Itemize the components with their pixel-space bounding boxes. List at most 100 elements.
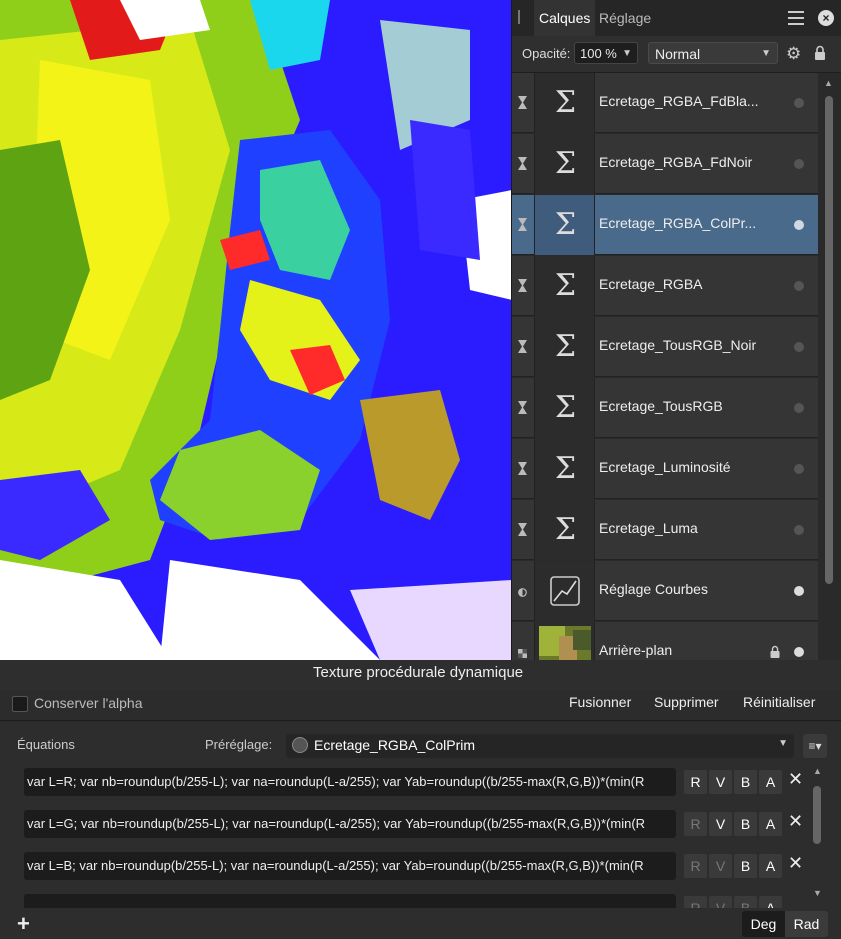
equations-label: Équations [17, 737, 75, 752]
layers-panel: Calques Réglage × Opacité: 100 % ▼ Norma… [511, 0, 841, 693]
close-icon[interactable]: × [818, 10, 834, 26]
add-equation-button[interactable]: + [17, 911, 30, 937]
opacity-field[interactable]: 100 % ▼ [574, 42, 638, 64]
visibility-dot[interactable] [794, 647, 804, 657]
close-icon[interactable]: ✕ [788, 853, 802, 874]
layer-thumbnail: Σ [534, 500, 595, 560]
channel-a-toggle[interactable]: A [759, 854, 782, 878]
layer-thumbnail: Σ [534, 439, 595, 499]
channel-v-toggle[interactable]: V [709, 770, 732, 794]
equation-field[interactable]: var L=B; var nb=roundup(b/255-L); var na… [24, 852, 676, 880]
layer-type-strip [512, 256, 532, 316]
chevron-down-icon: ▼ [622, 48, 632, 59]
preserve-alpha-label: Conserver l'alpha [34, 695, 143, 711]
scroll-down-icon[interactable]: ▼ [813, 888, 822, 898]
blend-mode-select[interactable]: Normal ▼ [648, 42, 778, 64]
preset-select[interactable]: Ecretage_RGBA_ColPrim ▼ [286, 734, 794, 758]
delete-button[interactable]: Supprimer [654, 694, 719, 710]
layer-row[interactable]: Σ Ecretage_Luminosité [512, 439, 818, 499]
equation-field[interactable] [24, 894, 676, 908]
visibility-dot[interactable] [794, 342, 804, 352]
scroll-thumb[interactable] [813, 786, 821, 844]
sigma-icon: Σ [554, 85, 577, 120]
equation-row: var L=G; var nb=roundup(b/255-L); var na… [20, 806, 802, 842]
equation-rows: var L=R; var nb=roundup(b/255-L); var na… [20, 764, 802, 908]
layer-name: Ecretage_RGBA_FdNoir [599, 154, 753, 170]
channel-b-toggle[interactable]: B [734, 812, 757, 836]
visibility-dot[interactable] [794, 159, 804, 169]
panel-menu-icon[interactable] [788, 11, 804, 25]
channel-r-toggle[interactable]: R [684, 812, 707, 836]
channel-a-toggle[interactable]: A [759, 812, 782, 836]
sigma-icon: Σ [554, 512, 577, 547]
panel-grip[interactable] [518, 10, 520, 24]
visibility-dot[interactable] [794, 98, 804, 108]
visibility-dot[interactable] [794, 281, 804, 291]
visibility-dot[interactable] [794, 220, 804, 230]
channel-r-toggle[interactable]: R [684, 854, 707, 878]
layer-row[interactable]: Σ Ecretage_TousRGB_Noir [512, 317, 818, 377]
channel-b-toggle[interactable]: B [734, 770, 757, 794]
opacity-label: Opacité: [522, 46, 571, 61]
equation-row: var L=R; var nb=roundup(b/255-L); var na… [20, 764, 802, 800]
layer-row[interactable]: Σ Ecretage_TousRGB [512, 378, 818, 438]
layer-row[interactable]: Réglage Courbes [512, 561, 818, 621]
channel-v-toggle[interactable]: V [709, 896, 732, 908]
channel-r-toggle[interactable]: R [684, 770, 707, 794]
channel-v-toggle[interactable]: V [709, 854, 732, 878]
gear-icon[interactable]: ⚙ [786, 44, 801, 64]
layer-row[interactable]: Arrière-plan [512, 622, 818, 663]
preset-menu-icon[interactable]: ≡▾ [803, 734, 827, 758]
layer-row-selected[interactable]: Σ Ecretage_RGBA_ColPr... [512, 195, 818, 255]
layer-name: Ecretage_RGBA_FdBla... [599, 93, 759, 109]
layer-thumbnail: Σ [534, 378, 595, 438]
channel-a-toggle[interactable]: A [759, 896, 782, 908]
layer-row[interactable]: Σ Ecretage_RGBA_FdNoir [512, 134, 818, 194]
visibility-dot[interactable] [794, 525, 804, 535]
rad-toggle[interactable]: Rad [785, 911, 828, 937]
equation-field[interactable]: var L=G; var nb=roundup(b/255-L); var na… [24, 810, 676, 838]
canvas-image [0, 0, 512, 660]
merge-button[interactable]: Fusionner [569, 694, 631, 710]
sigma-icon: Σ [554, 146, 577, 181]
layer-thumbnail [534, 561, 595, 621]
scroll-up-icon[interactable]: ▲ [813, 766, 822, 776]
channel-a-toggle[interactable]: A [759, 770, 782, 794]
sigma-icon: Σ [554, 390, 577, 425]
layer-row[interactable]: Σ Ecretage_RGBA_FdBla... [512, 73, 818, 133]
layer-row[interactable]: Σ Ecretage_RGBA [512, 256, 818, 316]
layer-thumbnail: Σ [534, 256, 595, 316]
layer-type-strip [512, 195, 532, 255]
reset-button[interactable]: Réinitialiser [743, 694, 815, 710]
deg-toggle[interactable]: Deg [742, 911, 785, 937]
hourglass-icon [518, 96, 527, 109]
tab-layers[interactable]: Calques [534, 0, 596, 36]
lock-icon[interactable] [814, 45, 826, 61]
layer-thumbnail: Σ [534, 317, 595, 377]
document-canvas[interactable] [0, 0, 512, 660]
context-title-bar: Texture procédurale dynamique [0, 660, 841, 690]
preset-value: Ecretage_RGBA_ColPrim [314, 737, 476, 753]
preserve-alpha-checkbox[interactable] [12, 696, 28, 712]
curves-icon [550, 576, 580, 606]
tab-adjustment[interactable]: Réglage [594, 0, 656, 36]
scroll-up-icon[interactable]: ▲ [824, 78, 833, 88]
layer-row[interactable]: Σ Ecretage_Luma [512, 500, 818, 560]
channel-v-toggle[interactable]: V [709, 812, 732, 836]
equations-scrollbar[interactable]: ▲ ▼ [810, 764, 824, 904]
close-icon[interactable]: ✕ [788, 769, 802, 790]
close-icon[interactable]: ✕ [788, 811, 802, 832]
preset-label: Préréglage: [205, 737, 273, 752]
equation-field[interactable]: var L=R; var nb=roundup(b/255-L); var na… [24, 768, 676, 796]
visibility-dot[interactable] [794, 403, 804, 413]
channel-b-toggle[interactable]: B [734, 896, 757, 908]
channel-r-toggle[interactable]: R [684, 896, 707, 908]
background-thumbnail [539, 626, 591, 663]
visibility-dot[interactable] [794, 586, 804, 596]
lock-icon[interactable] [770, 645, 780, 659]
visibility-dot[interactable] [794, 464, 804, 474]
hourglass-icon [518, 401, 527, 414]
channel-b-toggle[interactable]: B [734, 854, 757, 878]
layers-scrollbar[interactable]: ▲ [822, 76, 836, 666]
scroll-thumb[interactable] [825, 96, 833, 584]
